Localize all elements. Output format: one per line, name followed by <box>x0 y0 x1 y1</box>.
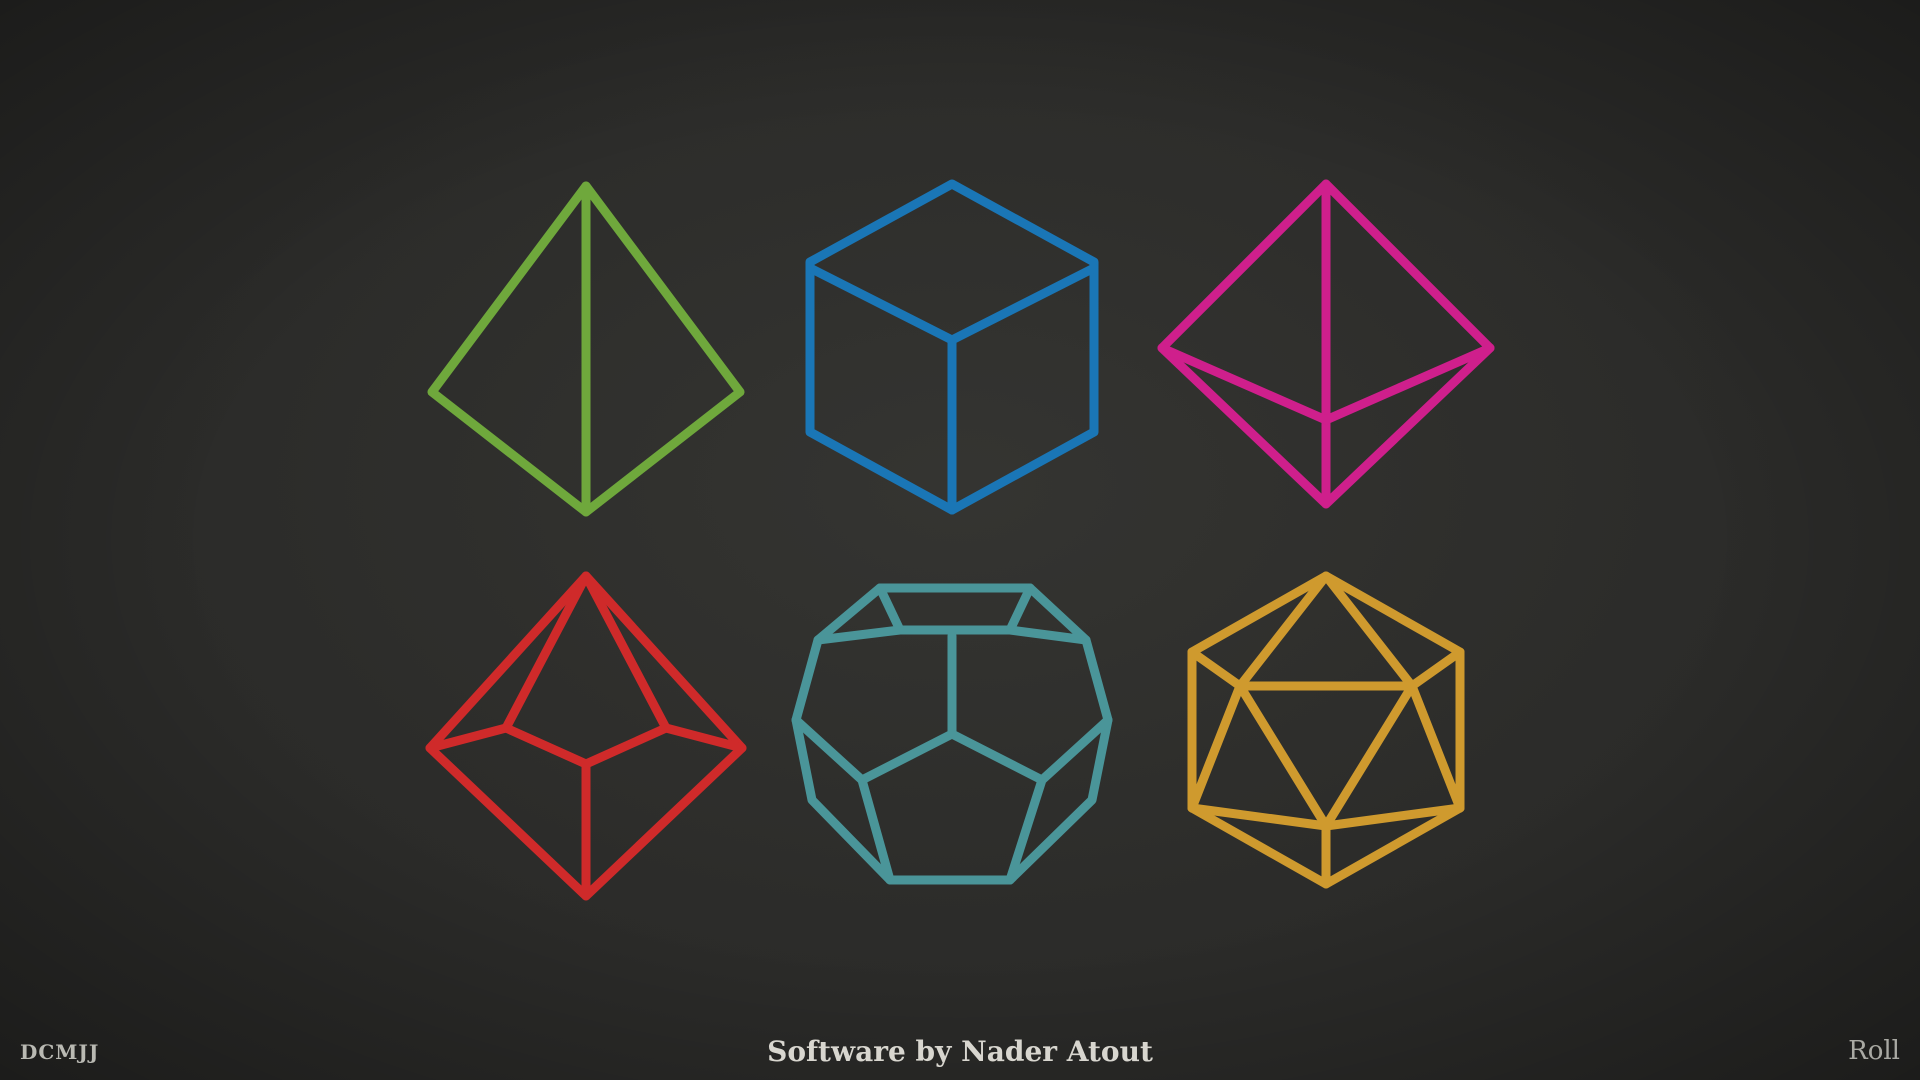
octahedron-icon <box>1157 179 1495 509</box>
tetrahedron-icon <box>427 181 745 517</box>
d20-die[interactable] <box>1187 571 1465 889</box>
dodecahedron-icon <box>791 583 1113 885</box>
roll-button[interactable]: Roll <box>1848 1036 1900 1066</box>
dice-board <box>425 179 1495 901</box>
icosahedron-icon <box>1187 571 1465 889</box>
d10-die[interactable] <box>425 571 747 901</box>
credit-text: Software by Nader Atout <box>767 1035 1153 1068</box>
d12-die[interactable] <box>791 583 1113 885</box>
d8-die[interactable] <box>1157 179 1495 509</box>
trapezohedron-icon <box>425 571 747 901</box>
d4-die[interactable] <box>427 181 745 517</box>
cube-icon <box>805 179 1099 515</box>
d6-die[interactable] <box>805 179 1099 515</box>
